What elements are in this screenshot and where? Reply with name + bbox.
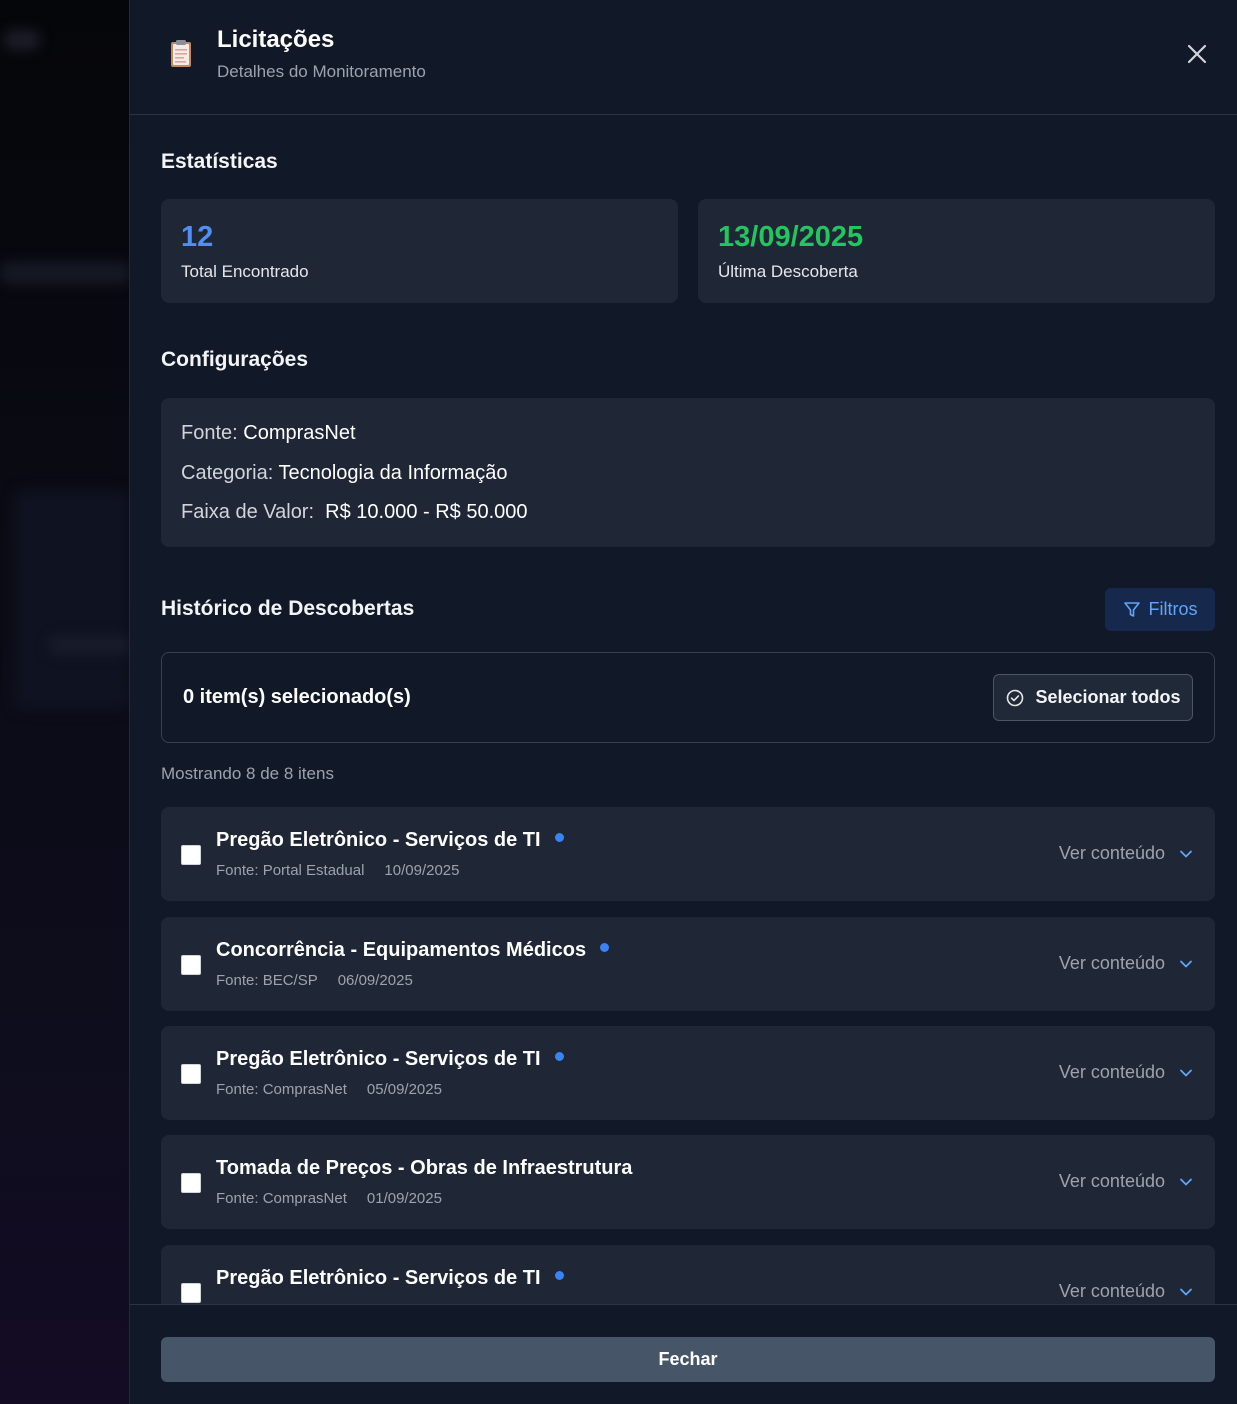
selected-count: 0 item(s) selecionado(s) bbox=[183, 686, 411, 708]
item-checkbox[interactable] bbox=[181, 1173, 201, 1193]
item-date: 01/09/2025 bbox=[366, 1190, 442, 1207]
view-content-label: Ver conteúdo bbox=[1058, 1281, 1165, 1301]
check-circle-icon bbox=[1007, 689, 1024, 706]
view-content-toggle[interactable]: Ver conteúdo bbox=[1059, 1062, 1193, 1083]
item-meta: Fonte: BEC/SP 06/09/2025 bbox=[216, 972, 413, 989]
background-overlay bbox=[0, 0, 130, 1404]
chevron-down-icon bbox=[1180, 850, 1192, 857]
stat-card-total: 12 Total Encontrado bbox=[161, 199, 678, 303]
item-title: Tomada de Preços - Obras de Infraestrutu… bbox=[216, 1157, 632, 1180]
item-title-text: Pregão Eletrônico - Serviços de TI bbox=[216, 1048, 541, 1070]
list-item[interactable]: Pregão Eletrônico - Serviços de TI Ver co… bbox=[161, 1245, 1215, 1304]
item-source: Fonte: BEC/SP bbox=[216, 972, 318, 989]
view-content-toggle[interactable]: Ver conteúdo bbox=[1059, 1171, 1193, 1192]
list-item[interactable]: Pregão Eletrônico - Serviços de TI Fonte:… bbox=[161, 1026, 1215, 1120]
config-section-title: Configurações bbox=[161, 348, 309, 371]
stats-section-title: Estatísticas bbox=[161, 150, 278, 173]
view-content-label: Ver conteúdo bbox=[1058, 1062, 1165, 1082]
item-meta: Fonte: ComprasNet 01/09/2025 bbox=[216, 1190, 442, 1207]
item-date: 05/09/2025 bbox=[366, 1081, 442, 1098]
list-item[interactable]: Pregão Eletrônico - Serviços de TI Fonte:… bbox=[161, 807, 1215, 901]
new-indicator-dot bbox=[554, 833, 564, 843]
item-title-text: Tomada de Preços - Obras de Infraestrutu… bbox=[216, 1157, 633, 1179]
item-title: Pregão Eletrônico - Serviços de TI bbox=[216, 1048, 564, 1071]
chevron-down-icon bbox=[1180, 1178, 1192, 1185]
showing-count: Mostrando 8 de 8 itens bbox=[161, 764, 334, 783]
item-checkbox[interactable] bbox=[181, 955, 201, 975]
item-title: Concorrência - Equipamentos Médicos bbox=[216, 939, 610, 962]
detail-panel: Licitações Detalhes do Monitoramento Est… bbox=[129, 0, 1237, 1404]
view-content-toggle[interactable]: Ver conteúdo bbox=[1059, 843, 1193, 864]
config-range-label: Faixa de Valor: bbox=[181, 501, 315, 523]
panel-footer: Fechar bbox=[130, 1304, 1237, 1404]
selection-bar: 0 item(s) selecionado(s) Selecionar todo… bbox=[161, 652, 1215, 743]
panel-subtitle: Detalhes do Monitoramento bbox=[217, 62, 426, 81]
stat-card-last-discovery: 13/09/2025 Última Descoberta bbox=[698, 199, 1215, 303]
filter-icon bbox=[1123, 601, 1140, 617]
view-content-label: Ver conteúdo bbox=[1058, 953, 1165, 973]
item-title: Pregão Eletrônico - Serviços de TI bbox=[216, 829, 564, 852]
filters-button[interactable]: Filtros bbox=[1105, 588, 1215, 631]
panel-title: Licitações bbox=[217, 26, 335, 53]
stat-last-value: 13/09/2025 bbox=[718, 221, 864, 253]
stat-total-value: 12 bbox=[181, 221, 214, 253]
view-content-label: Ver conteúdo bbox=[1058, 1171, 1165, 1191]
chevron-down-icon bbox=[1180, 1069, 1192, 1076]
select-all-button[interactable]: Selecionar todos bbox=[993, 674, 1193, 721]
item-title-text: Pregão Eletrônico - Serviços de TI bbox=[216, 1267, 541, 1289]
panel-content: Estatísticas 12 Total Encontrado 13/09/2… bbox=[161, 115, 1215, 1304]
select-all-label: Selecionar todos bbox=[1035, 687, 1181, 707]
new-indicator-dot bbox=[554, 1052, 564, 1062]
config-category-value: Tecnologia da Informação bbox=[278, 462, 508, 484]
new-indicator-dot bbox=[554, 1271, 564, 1281]
chevron-down-icon bbox=[1180, 960, 1192, 967]
config-source: Fonte: ComprasNet bbox=[181, 422, 356, 445]
item-source: Fonte: Portal Estadual bbox=[216, 862, 365, 879]
new-indicator-dot bbox=[600, 943, 610, 953]
close-button[interactable]: Fechar bbox=[161, 1337, 1215, 1382]
config-range-value: R$ 10.000 - R$ 50.000 bbox=[325, 501, 528, 523]
item-meta: Fonte: Portal Estadual 10/09/2025 bbox=[216, 862, 460, 879]
item-source: Fonte: ComprasNet bbox=[216, 1190, 347, 1207]
item-checkbox[interactable] bbox=[181, 1064, 201, 1084]
item-checkbox[interactable] bbox=[181, 1283, 201, 1303]
stat-last-label: Última Descoberta bbox=[718, 262, 858, 281]
item-date: 10/09/2025 bbox=[384, 862, 460, 879]
view-content-label: Ver conteúdo bbox=[1058, 843, 1165, 863]
clipboard-document-icon bbox=[171, 40, 191, 67]
panel-header: Licitações Detalhes do Monitoramento bbox=[130, 0, 1237, 115]
config-category: Categoria: Tecnologia da Informação bbox=[181, 462, 508, 485]
config-source-value: ComprasNet bbox=[243, 422, 356, 444]
item-checkbox[interactable] bbox=[181, 845, 201, 865]
item-source: Fonte: ComprasNet bbox=[216, 1081, 347, 1098]
view-content-toggle[interactable]: Ver conteúdo bbox=[1059, 1281, 1193, 1302]
config-box: Fonte: ComprasNet Categoria: Tecnologia … bbox=[161, 398, 1215, 547]
list-item[interactable]: Concorrência - Equipamentos Médicos Fonte… bbox=[161, 917, 1215, 1011]
view-content-toggle[interactable]: Ver conteúdo bbox=[1059, 953, 1193, 974]
history-section-title: Histórico de Descobertas bbox=[161, 597, 415, 620]
config-source-label: Fonte: bbox=[181, 422, 238, 444]
item-title-text: Pregão Eletrônico - Serviços de TI bbox=[216, 829, 541, 851]
chevron-down-icon bbox=[1180, 1288, 1192, 1295]
close-icon[interactable] bbox=[1183, 40, 1211, 68]
item-title-text: Concorrência - Equipamentos Médicos bbox=[216, 939, 587, 961]
list-item[interactable]: Tomada de Preços - Obras de Infraestrutu… bbox=[161, 1135, 1215, 1229]
stat-total-label: Total Encontrado bbox=[181, 262, 309, 281]
item-date: 06/09/2025 bbox=[337, 972, 413, 989]
item-title: Pregão Eletrônico - Serviços de TI bbox=[216, 1267, 564, 1290]
config-category-label: Categoria: bbox=[181, 462, 274, 484]
filters-label: Filtros bbox=[1148, 599, 1198, 619]
item-meta: Fonte: ComprasNet 05/09/2025 bbox=[216, 1081, 442, 1098]
config-range: Faixa de Valor: R$ 10.000 - R$ 50.000 bbox=[181, 501, 528, 524]
